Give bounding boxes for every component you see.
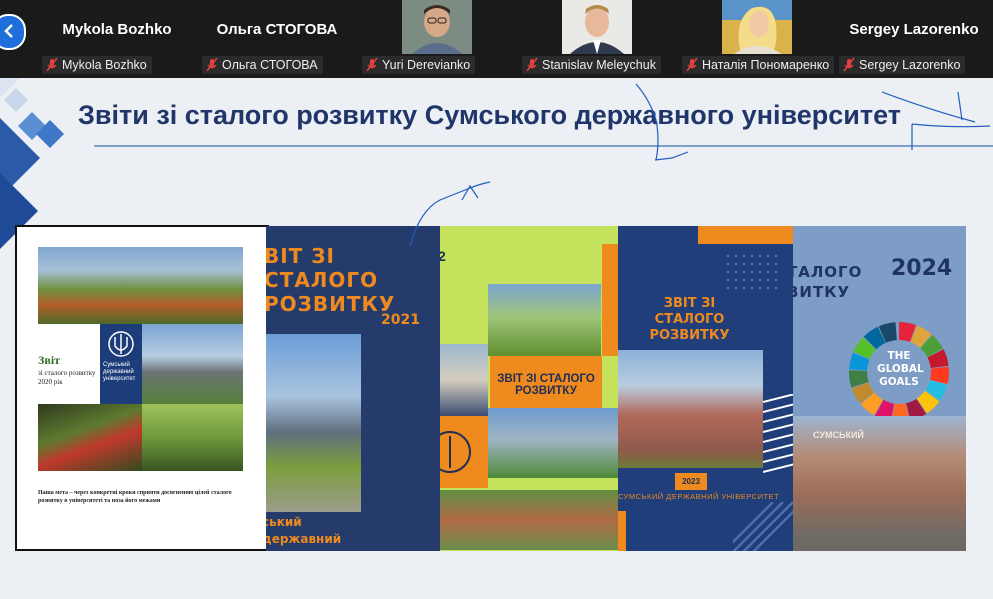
participant-video [722,0,792,54]
campus-photo [440,344,488,416]
stripe-pattern [733,502,793,551]
global-goals-wheel: THE GLOBAL GOALS [847,320,951,429]
orange-block [618,511,626,551]
cover-year: 2021 [381,312,420,328]
participant-caption: Yuri Derevianko [362,56,476,74]
participant-caption: Sergey Lazorenko [839,56,966,74]
cover-title: ВІТ ЗІ СТАЛОГО РОЗВИТКУ [266,244,396,316]
building-sign: СУМСЬКИЙ [813,430,864,440]
cover-title: ТАЛОГО ВИТКУ [793,263,863,301]
campus-photo [142,324,243,404]
participant-tile[interactable]: Наталія Пономаренко [678,0,836,78]
report-cover-2021: ВІТ ЗІ СТАЛОГО РОЗВИТКУ 2021 ський держа… [266,226,440,551]
participant-name: Mykola Bozhko [62,21,172,38]
chevron-left-icon [4,24,13,38]
cover-university: СУМСЬКИЙ ДЕРЖАВНИЙ УНІВЕРСИТЕТ [618,492,780,501]
participant-tile[interactable]: Mykola Bozhko Mykola Bozhko [38,0,196,78]
person-video-icon [562,0,632,54]
participant-video [562,0,632,54]
participant-tile[interactable]: Sergey Lazorenko Sergey Lazorenko [835,0,993,78]
campus-photo [266,334,361,512]
logo-text: Сумський державний університет [103,362,136,382]
participant-caption: Mykola Bozhko [42,56,152,74]
person-video-icon [722,0,792,54]
participant-caption: Stanislav Meleychuk [522,56,661,74]
cover-goal-text: Наша мета – через конкретні кроки сприят… [38,490,232,504]
mic-muted-icon [46,57,58,72]
campus-photo [142,404,243,471]
report-cover-2020: Сумський державний університет Звіт зі с… [15,225,269,551]
campus-photo [488,408,618,478]
campus-photo [38,247,243,324]
stripe-pattern [763,394,793,473]
global-goals-label: THE GLOBAL GOALS [877,350,924,388]
cover-year-fragment: 2 [440,248,446,264]
participant-name: Ольга СТОГОВА [216,21,338,38]
mic-muted-icon [686,57,698,72]
campus-photo [618,350,763,468]
cover-year: 2023 [675,473,707,490]
participant-tile[interactable]: Ольга СТОГОВА Ольга СТОГОВА [198,0,356,78]
mic-muted-icon [206,57,218,72]
cover-title: Звіт [38,353,61,367]
campus-photo [38,404,142,471]
cover-year: 2024 [891,256,953,281]
orange-block [698,226,793,244]
participant-caption: Наталія Пономаренко [682,56,835,74]
participant-tile[interactable]: Stanislav Meleychuk [518,0,676,78]
cover-subtitle: зі сталого розвитку 2020 рік [38,369,96,386]
cover-university: ський державний ерситет [266,515,342,551]
report-cover-2024: ТАЛОГО ВИТКУ 2024 THE GLOBAL GOALS СУМСЬ… [793,226,966,551]
cover-title: ЗВІТ ЗІ СТАЛОГО РОЗВИТКУ [490,356,602,408]
sumdu-emblem-icon [440,431,471,473]
orange-block [602,244,618,356]
back-button[interactable] [0,14,26,50]
mic-muted-icon [843,57,855,72]
university-logo: Сумський державний університет [100,324,142,404]
participant-name: Sergey Lazorenko [849,21,979,38]
cover-title: ЗВІТ ЗІ СТАЛОГО РОЗВИТКУ [649,296,730,343]
participant-video [402,0,472,54]
campus-aerial-photo [440,490,618,550]
orange-block [440,416,488,488]
report-cover-2023: ЗВІТ ЗІ СТАЛОГО РОЗВИТКУ 2023 СУМСЬКИЙ Д… [618,226,793,551]
campus-photo: СУМСЬКИЙ [793,416,966,551]
slide-title: Звіти зі сталого розвитку Сумського держ… [78,100,901,130]
participant-caption: Ольга СТОГОВА [202,56,323,74]
mic-muted-icon [526,57,538,72]
participants-bar: Mykola Bozhko Mykola Bozhko Ольга СТОГОВ… [0,0,993,78]
person-video-icon [402,0,472,54]
mic-muted-icon [366,57,378,72]
report-cover-2022: 2 ЗВІТ ЗІ СТАЛОГО РОЗВИТКУ [440,226,618,551]
participant-tile[interactable]: Yuri Derevianko [358,0,516,78]
title-underline [94,145,993,147]
campus-photo [488,284,601,356]
